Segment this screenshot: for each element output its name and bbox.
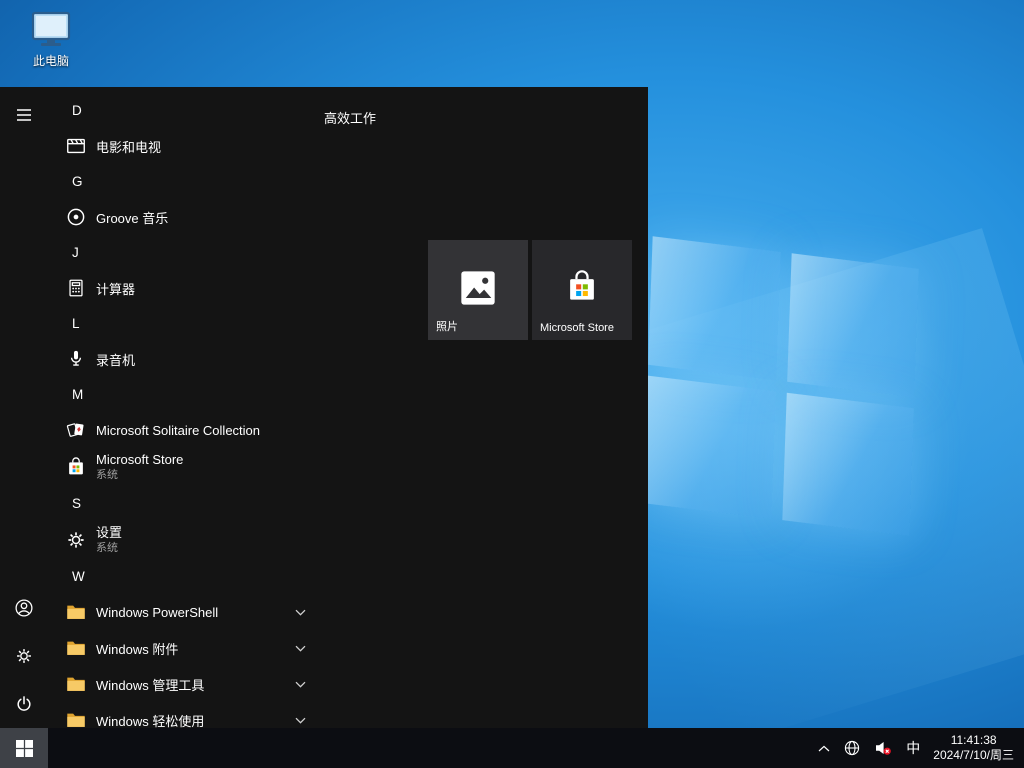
- system-tray: 中 11:41:38 2024/7/10/周三: [811, 728, 1024, 768]
- show-hidden-icons-button[interactable]: [811, 728, 837, 768]
- app-list-letter-w[interactable]: W: [48, 559, 324, 594]
- app-label: Windows 轻松使用: [96, 711, 204, 729]
- store-icon: [64, 455, 88, 479]
- settings-button[interactable]: [0, 632, 48, 680]
- folder-item-windows-ease-of-access[interactable]: Windows 轻松使用: [48, 702, 324, 728]
- calculator-icon: [64, 276, 88, 300]
- solitaire-icon: [64, 418, 88, 442]
- expand-menu-button[interactable]: [0, 91, 48, 139]
- tile-photos[interactable]: 照片: [428, 240, 528, 340]
- letter-label: W: [72, 569, 85, 584]
- folder-icon: [64, 708, 88, 728]
- chevron-down-icon[interactable]: [295, 681, 306, 688]
- store-icon: [532, 268, 632, 306]
- letter-label: L: [72, 316, 80, 331]
- app-list-letter-m[interactable]: M: [48, 377, 324, 412]
- app-list-letter-j[interactable]: J: [48, 235, 324, 270]
- tile-label: Microsoft Store: [540, 322, 614, 334]
- folder-icon: [64, 672, 88, 696]
- start-menu: D 电影和电视 G: [0, 87, 648, 728]
- settings-gear-icon: [64, 528, 88, 552]
- computer-icon: [29, 10, 73, 50]
- windows-logo: [643, 236, 918, 536]
- gear-icon: [14, 646, 34, 666]
- chevron-up-icon: [818, 745, 830, 752]
- globe-network-icon: [844, 740, 860, 756]
- app-label: Groove 音乐: [96, 208, 168, 227]
- app-list-letter-l[interactable]: L: [48, 306, 324, 341]
- folder-item-windows-accessories[interactable]: Windows 附件: [48, 630, 324, 666]
- user-account-button[interactable]: [0, 584, 48, 632]
- volume-tray-button[interactable]: [867, 728, 899, 768]
- letter-label: S: [72, 496, 81, 511]
- app-label: Windows PowerShell: [96, 605, 218, 620]
- ime-indicator[interactable]: 中: [899, 728, 927, 768]
- folder-icon: [64, 636, 88, 660]
- app-item-settings[interactable]: 设置 系统: [48, 521, 324, 559]
- power-icon: [14, 694, 34, 714]
- letter-label: J: [72, 245, 79, 260]
- chevron-down-icon[interactable]: [295, 645, 306, 652]
- user-icon: [13, 597, 35, 619]
- app-list: D 电影和电视 G: [48, 87, 324, 728]
- this-pc-shortcut[interactable]: 此电脑: [12, 10, 90, 69]
- letter-label: D: [72, 103, 82, 118]
- app-sublabel: 系统: [96, 468, 183, 482]
- windows-logo-icon: [16, 740, 33, 757]
- app-label: Windows 附件: [96, 639, 178, 658]
- this-pc-label: 此电脑: [33, 54, 69, 68]
- app-label: Windows 管理工具: [96, 675, 204, 694]
- folder-item-windows-admin-tools[interactable]: Windows 管理工具: [48, 666, 324, 702]
- app-label: 录音机: [96, 350, 135, 369]
- app-label: Microsoft Store: [96, 453, 183, 467]
- folder-icon: [64, 600, 88, 624]
- letter-label: G: [72, 174, 83, 189]
- groove-music-icon: [64, 205, 88, 229]
- app-item-voice-recorder[interactable]: 录音机: [48, 341, 324, 377]
- app-sublabel: 系统: [96, 541, 122, 555]
- photos-icon: [428, 268, 528, 308]
- speaker-muted-icon: [874, 740, 892, 756]
- app-label: 计算器: [96, 279, 135, 298]
- power-button[interactable]: [0, 680, 48, 728]
- app-item-solitaire[interactable]: Microsoft Solitaire Collection: [48, 412, 324, 448]
- app-label: 电影和电视: [96, 137, 161, 156]
- chevron-down-icon[interactable]: [295, 717, 306, 724]
- start-button[interactable]: [0, 728, 48, 768]
- app-item-calculator[interactable]: 计算器: [48, 270, 324, 306]
- clock-date: 2024/7/10/周三: [933, 748, 1014, 763]
- app-item-groove-music[interactable]: Groove 音乐: [48, 199, 324, 235]
- taskbar-clock[interactable]: 11:41:38 2024/7/10/周三: [927, 733, 1024, 763]
- tile-label: 照片: [436, 318, 458, 334]
- app-item-microsoft-store[interactable]: Microsoft Store 系统: [48, 448, 324, 486]
- tile-group-title: 高效工作: [324, 108, 376, 127]
- app-item-movies-tv[interactable]: 电影和电视: [48, 128, 324, 164]
- app-list-letter-d[interactable]: D: [48, 93, 324, 128]
- taskbar: 中 11:41:38 2024/7/10/周三: [0, 728, 1024, 768]
- app-label: Microsoft Solitaire Collection: [96, 423, 260, 438]
- movies-tv-icon: [64, 134, 88, 158]
- chevron-down-icon[interactable]: [295, 609, 306, 616]
- folder-item-windows-powershell[interactable]: Windows PowerShell: [48, 594, 324, 630]
- start-menu-rail: [0, 87, 48, 728]
- tile-microsoft-store[interactable]: Microsoft Store: [532, 240, 632, 340]
- clock-time: 11:41:38: [951, 733, 997, 748]
- network-tray-button[interactable]: [837, 728, 867, 768]
- app-label: 设置: [96, 526, 122, 540]
- app-list-letter-g[interactable]: G: [48, 164, 324, 199]
- screen: 此电脑: [0, 0, 1024, 768]
- voice-recorder-icon: [64, 347, 88, 371]
- hamburger-icon: [16, 107, 32, 123]
- app-list-letter-s[interactable]: S: [48, 486, 324, 521]
- letter-label: M: [72, 387, 83, 402]
